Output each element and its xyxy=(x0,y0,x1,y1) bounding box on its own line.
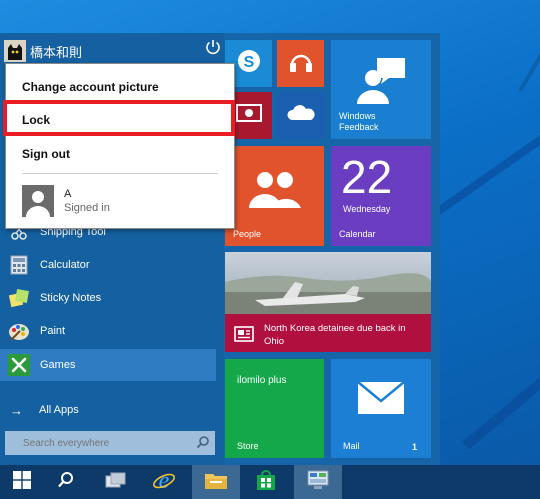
svg-text:S: S xyxy=(243,54,254,71)
app-item-calculator[interactable]: Calculator xyxy=(0,250,216,280)
wallpaper-beam xyxy=(462,300,540,450)
search-input[interactable] xyxy=(5,437,185,449)
tile-mail[interactable]: Mail 1 xyxy=(331,359,431,458)
video-icon xyxy=(235,103,262,128)
news-icon xyxy=(234,326,254,347)
app-item-sticky-notes[interactable]: Sticky Notes xyxy=(0,283,216,313)
task-view-icon xyxy=(105,472,127,493)
tile-label: People xyxy=(233,229,262,239)
internet-explorer-button[interactable]: e xyxy=(144,465,184,499)
change-account-picture-item[interactable]: Change account picture xyxy=(6,72,234,102)
lock-highlight-box xyxy=(3,100,235,136)
tile-onedrive[interactable] xyxy=(277,92,324,139)
cloud-icon xyxy=(286,103,316,128)
user-account-button[interactable]: 橋本和則 xyxy=(4,37,216,65)
skype-icon: S xyxy=(236,48,262,79)
tile-news[interactable]: North Korea detainee due back in Ohio xyxy=(225,252,431,352)
tile-label: Calendar xyxy=(339,229,376,239)
search-icon xyxy=(57,471,75,494)
file-explorer-button[interactable] xyxy=(192,465,240,499)
app-item-games[interactable]: Games xyxy=(0,349,216,381)
start-button[interactable] xyxy=(0,465,44,499)
tile-label: Windows Feedback xyxy=(339,111,379,132)
power-icon[interactable] xyxy=(204,38,222,56)
other-user-name: A xyxy=(64,188,72,200)
search-icon[interactable] xyxy=(196,435,210,454)
tile-label: Store xyxy=(237,441,259,451)
app-label: Sticky Notes xyxy=(40,292,102,304)
calendar-weekday: Wednesday xyxy=(343,204,391,214)
internet-explorer-icon: e xyxy=(152,468,176,497)
svg-text:e: e xyxy=(159,468,170,492)
app-label: Paint xyxy=(40,325,66,337)
store-button[interactable] xyxy=(246,465,286,499)
headphones-icon xyxy=(288,49,314,78)
taskbar-search-button[interactable] xyxy=(48,465,84,499)
sign-out-item[interactable]: Sign out xyxy=(6,139,234,169)
control-panel-button[interactable] xyxy=(294,465,342,499)
sticky-notes-icon xyxy=(8,287,30,309)
menu-item-label: Sign out xyxy=(22,147,70,161)
feedback-person-icon xyxy=(355,56,407,109)
tile-windows-feedback[interactable]: Windows Feedback xyxy=(331,40,431,139)
all-apps-button[interactable]: → All Apps xyxy=(0,398,216,422)
calculator-icon xyxy=(8,254,30,276)
mail-count-badge: 1 xyxy=(411,442,417,452)
app-label: Games xyxy=(40,359,76,371)
taskbar: e xyxy=(0,465,540,499)
xbox-games-icon xyxy=(8,354,30,376)
folder-icon xyxy=(204,470,228,495)
app-label: Calculator xyxy=(40,259,90,271)
news-photo xyxy=(225,252,431,314)
all-apps-label: All Apps xyxy=(39,404,79,416)
people-icon xyxy=(247,170,301,215)
store-bag-icon xyxy=(256,469,276,496)
tile-store[interactable]: ilomilo plus Store xyxy=(225,359,324,458)
news-headline: North Korea detainee due back in Ohio xyxy=(264,323,406,347)
tile-music[interactable] xyxy=(277,40,324,87)
task-view-button[interactable] xyxy=(96,465,136,499)
tile-label: Mail xyxy=(343,441,360,451)
switch-user-item[interactable]: A Signed in xyxy=(22,182,222,220)
wallpaper-beam xyxy=(518,0,540,93)
tile-calendar[interactable]: 22 Wednesday Calendar xyxy=(331,146,431,246)
paint-palette-icon xyxy=(8,320,30,342)
windows-logo-icon xyxy=(13,470,31,494)
user-name: 橋本和則 xyxy=(30,44,83,60)
other-user-status: Signed in xyxy=(64,202,110,214)
menu-item-label: Change account picture xyxy=(22,80,159,94)
store-app-title: ilomilo plus xyxy=(237,375,287,386)
airplane-photo xyxy=(225,273,431,314)
arrow-right-icon: → xyxy=(10,402,23,418)
search-box[interactable] xyxy=(5,431,215,455)
envelope-icon xyxy=(357,381,405,420)
control-panel-icon xyxy=(306,469,330,496)
app-item-paint[interactable]: Paint xyxy=(0,316,216,346)
calendar-day: 22 xyxy=(341,151,393,203)
cat-avatar-icon xyxy=(4,40,26,62)
user-avatar-icon xyxy=(22,185,54,217)
tile-people[interactable]: People xyxy=(225,146,324,246)
account-menu: Change account picture Lock Sign out A S… xyxy=(3,63,235,229)
menu-divider xyxy=(22,173,218,174)
wallpaper-beam xyxy=(435,93,540,215)
